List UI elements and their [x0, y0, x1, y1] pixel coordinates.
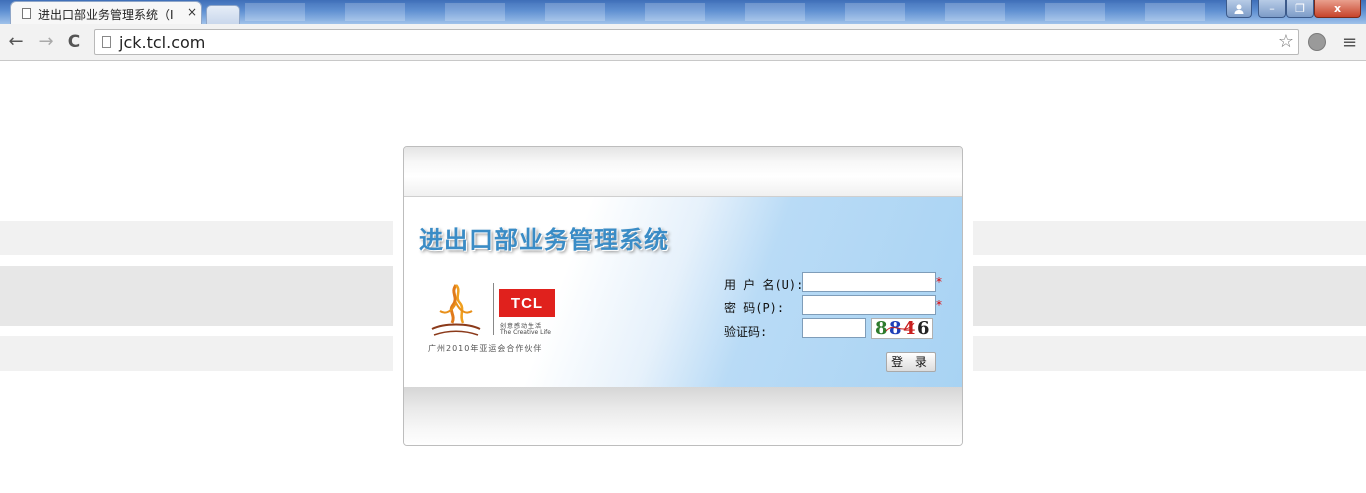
required-mark: * [936, 298, 942, 312]
tcl-logo: TCL [499, 289, 555, 317]
panel-footer [404, 387, 962, 445]
username-label: 用 户 名(U): [724, 278, 804, 292]
captcha-image[interactable]: 8 8 4 6 [871, 318, 933, 339]
menu-icon[interactable]: ≡ [1342, 32, 1357, 53]
url-text: jck.tcl.com [119, 33, 206, 52]
page-icon [22, 8, 31, 19]
background-stripe [0, 221, 393, 255]
captcha-field[interactable] [802, 318, 866, 338]
password-label: 密 码(P): [724, 301, 785, 315]
maximize-button[interactable]: ❐ [1286, 0, 1314, 18]
tab-close-icon[interactable]: × [187, 5, 197, 19]
tab-title: 进出口部业务管理系统（I [38, 8, 174, 22]
partner-text: 广州2010年亚运会合作伙伴 [428, 344, 543, 353]
tab-active[interactable]: 进出口部业务管理系统（I × [10, 1, 202, 24]
user-profile-button[interactable] [1226, 0, 1252, 18]
captcha-label: 验证码: [724, 325, 768, 339]
close-button[interactable]: x [1314, 0, 1361, 18]
address-bar[interactable]: jck.tcl.com ☆ [94, 29, 1299, 55]
background-stripe [973, 266, 1366, 326]
globe-icon[interactable] [1308, 33, 1326, 51]
browser-title-bar: 进出口部业务管理系统（I × – ❐ x [0, 0, 1366, 24]
login-button[interactable]: 登 录 [886, 352, 936, 372]
bookmark-star-icon[interactable]: ☆ [1278, 31, 1294, 52]
background-stripe [0, 336, 393, 371]
system-title: 进出口部业务管理系统 [419, 226, 669, 254]
title-bar-background [245, 3, 1220, 21]
background-stripe [0, 266, 393, 326]
forward-arrow-icon[interactable]: → [36, 31, 56, 53]
back-arrow-icon[interactable]: ← [6, 31, 26, 53]
login-form-area: 进出口部业务管理系统 TCL 创意感动生活 The Creative Life … [404, 197, 962, 387]
required-mark: * [936, 275, 942, 289]
background-stripe [973, 336, 1366, 371]
captcha-noise [885, 322, 915, 332]
browser-toolbar: ← → C jck.tcl.com ☆ ≡ [0, 24, 1366, 61]
username-field[interactable] [802, 272, 936, 292]
reload-icon[interactable]: C [64, 31, 84, 53]
login-panel: 进出口部业务管理系统 TCL 创意感动生活 The Creative Life … [403, 146, 963, 446]
brand-logo: TCL 创意感动生活 The Creative Life 广州2010年亚运会合… [426, 281, 566, 361]
password-field[interactable] [802, 295, 936, 315]
asian-games-logo [431, 284, 481, 336]
panel-header [404, 147, 962, 197]
background-stripe [973, 221, 1366, 255]
minimize-button[interactable]: – [1258, 0, 1286, 18]
user-icon [1234, 4, 1244, 14]
logo-divider [493, 283, 494, 335]
page-icon [102, 36, 111, 48]
tcl-slogan-en: The Creative Life [500, 329, 551, 336]
new-tab-button[interactable] [206, 5, 240, 24]
